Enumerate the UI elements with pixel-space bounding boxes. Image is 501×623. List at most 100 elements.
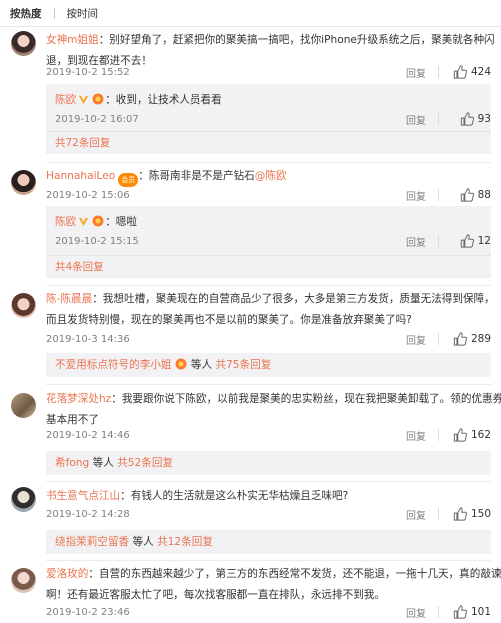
reply-summary-box: 绕指茉莉空留香 等人 共12条回复 xyxy=(46,530,491,554)
like-button[interactable]: 93 xyxy=(439,112,491,126)
reply-summary-text: 等人 xyxy=(92,457,114,469)
verified-v-icon xyxy=(79,95,89,105)
comment-content-line: ：自营的东西越来越少了，第三方的东西经常不发货，还不能退，一拖十几天，真的敲谏事 xyxy=(88,568,501,580)
comment-divider xyxy=(46,162,491,163)
reply-content: ：收到，让技术人员看看 xyxy=(105,94,222,106)
reply-button[interactable]: 回复 xyxy=(394,234,438,249)
view-more-replies-link[interactable]: 共72条回复 xyxy=(55,134,110,152)
reply-time: 2019-10-2 16:07 xyxy=(55,113,139,125)
avatar[interactable] xyxy=(11,393,36,418)
thumbs-up-icon xyxy=(453,65,467,79)
comment-time: 2019-10-2 23:46 xyxy=(46,606,130,618)
comment-meta: 2019-10-3 14:36 回复 289 xyxy=(46,330,491,348)
mention-link[interactable]: @陈欧 xyxy=(255,170,287,182)
comment-username[interactable]: 花落梦深处hz xyxy=(46,393,111,405)
like-count: 424 xyxy=(470,66,491,78)
comment-meta: 2019-10-2 14:46 回复 162 xyxy=(46,426,491,444)
comment-username[interactable]: 陈-陈晨晨 xyxy=(46,293,92,305)
comment-content-line: ：别好望角了，赶紧把你的聚美搞一搞吧，找你iPhone升级系统之后，聚美就各种闪 xyxy=(98,34,495,46)
fan-badge-icon xyxy=(92,215,104,227)
view-more-replies-link[interactable]: 共12条回复 xyxy=(157,536,213,548)
reply-button[interactable]: 回复 xyxy=(394,332,438,347)
reply-summary-box: 不爱用标点符号的李小姐 等人 共75条回复 xyxy=(46,353,491,377)
view-more-replies-link[interactable]: 共52条回复 xyxy=(117,457,173,469)
thumbs-up-icon xyxy=(453,507,467,521)
comment-content-line: ：陈哥南非是不是产钻石 xyxy=(138,170,255,182)
comment-content-line: ：我要跟你说下陈欧，以前我是聚美的忠实粉丝，现在我把聚美卸载了。领的优惠券， xyxy=(111,393,501,405)
like-count: 162 xyxy=(470,429,491,441)
avatar[interactable] xyxy=(11,568,36,593)
thumbs-up-icon xyxy=(453,332,467,346)
reply-button[interactable]: 回复 xyxy=(394,507,438,522)
like-count: 88 xyxy=(477,189,491,201)
thumbs-up-icon xyxy=(460,234,474,248)
like-count: 93 xyxy=(477,113,491,125)
thumbs-up-icon xyxy=(453,605,467,619)
reply-content: ：嗯啦 xyxy=(105,216,137,228)
view-more-replies-link[interactable]: 共4条回复 xyxy=(55,258,104,276)
comment-text: 陈-陈晨晨：我想吐槽，聚美现在的自营商品少了很多，大多是第三方发货，质量无法得到… xyxy=(46,289,495,331)
comment-username[interactable]: 书生意气点江山 xyxy=(46,490,120,502)
reply-box: 陈欧 ：嗯啦 2019-10-2 15:15 回复 12 共4条回复 xyxy=(46,206,491,278)
like-button[interactable]: 88 xyxy=(439,188,491,202)
like-count: 101 xyxy=(470,606,491,618)
avatar[interactable] xyxy=(11,293,36,318)
reply-username[interactable]: 绕指茉莉空留香 xyxy=(55,536,129,548)
comment-divider xyxy=(46,481,491,482)
comment-divider xyxy=(46,384,491,385)
sort-by-time-tab[interactable]: 按时间 xyxy=(67,6,99,21)
verified-v-icon xyxy=(79,217,89,227)
avatar[interactable] xyxy=(11,487,36,512)
comment-time: 2019-10-2 15:06 xyxy=(46,189,130,201)
reply-button[interactable]: 回复 xyxy=(394,112,438,127)
like-count: 12 xyxy=(477,235,491,247)
avatar[interactable] xyxy=(11,170,36,195)
comment-content-line: 基本用不了 xyxy=(46,414,99,426)
thumbs-up-icon xyxy=(453,428,467,442)
comment-meta: 2019-10-2 15:06 回复 88 xyxy=(46,186,491,204)
tab-divider xyxy=(53,7,55,19)
comment-time: 2019-10-2 14:28 xyxy=(46,508,130,520)
reply-button[interactable]: 回复 xyxy=(394,188,438,203)
thumbs-up-icon xyxy=(460,188,474,202)
reply-summary-text: 等人 xyxy=(190,359,213,371)
sort-bar: 按热度 按时间 xyxy=(0,0,501,27)
comment-text: 爱洛玫的：自营的东西越来越少了，第三方的东西经常不发货，还不能退，一拖十几天，真… xyxy=(46,564,501,606)
comment-text: 花落梦深处hz：我要跟你说下陈欧，以前我是聚美的忠实粉丝，现在我把聚美卸载了。领… xyxy=(46,389,501,431)
reply-summary-text: 等人 xyxy=(132,536,154,548)
like-button[interactable]: 101 xyxy=(439,605,491,619)
comment-time: 2019-10-2 15:52 xyxy=(46,66,130,78)
comment-username[interactable]: HannahaiLeo xyxy=(46,170,115,182)
comment-divider xyxy=(46,560,491,561)
view-more-replies-link[interactable]: 共75条回复 xyxy=(215,359,271,371)
reply-button[interactable]: 回复 xyxy=(394,65,438,80)
reply-button[interactable]: 回复 xyxy=(394,428,438,443)
reply-meta: 2019-10-2 15:15 回复 12 xyxy=(55,232,491,250)
like-button[interactable]: 162 xyxy=(439,428,491,442)
comment-meta: 2019-10-2 15:52 回复 424 xyxy=(46,63,491,81)
reply-summary-box: 希fong 等人 共52条回复 xyxy=(46,451,491,475)
like-button[interactable]: 150 xyxy=(439,507,491,521)
reply-username[interactable]: 陈欧 xyxy=(55,216,76,228)
reply-username[interactable]: 陈欧 xyxy=(55,94,76,106)
comment-time: 2019-10-3 14:36 xyxy=(46,333,130,345)
comment-content-line: 啊！还有最近客服太忙了吧，每次找客服都一直在排队，永远排不到我。 xyxy=(46,589,385,601)
like-count: 289 xyxy=(470,333,491,345)
comment-text: 书生意气点江山：有钱人的生活就是这么朴实无华枯燥且乏味吧? xyxy=(46,486,491,507)
comment-time: 2019-10-2 14:46 xyxy=(46,429,130,441)
comment-username[interactable]: 女神m姐姐 xyxy=(46,34,99,46)
like-button[interactable]: 289 xyxy=(439,332,491,346)
sort-by-hot-tab[interactable]: 按热度 xyxy=(10,6,42,21)
reply-username[interactable]: 希fong xyxy=(55,457,89,469)
reply-time: 2019-10-2 15:15 xyxy=(55,235,139,247)
reply-username[interactable]: 不爱用标点符号的李小姐 xyxy=(55,359,172,371)
fan-badge-icon xyxy=(175,358,187,370)
comment-username[interactable]: 爱洛玫的 xyxy=(46,568,88,580)
avatar[interactable] xyxy=(11,31,36,56)
comment-divider xyxy=(46,285,491,286)
reply-box: 陈欧 ：收到，让技术人员看看 2019-10-2 16:07 回复 93 共72条… xyxy=(46,84,491,154)
like-count: 150 xyxy=(470,508,491,520)
like-button[interactable]: 12 xyxy=(439,234,491,248)
like-button[interactable]: 424 xyxy=(439,65,491,79)
reply-button[interactable]: 回复 xyxy=(394,605,438,620)
